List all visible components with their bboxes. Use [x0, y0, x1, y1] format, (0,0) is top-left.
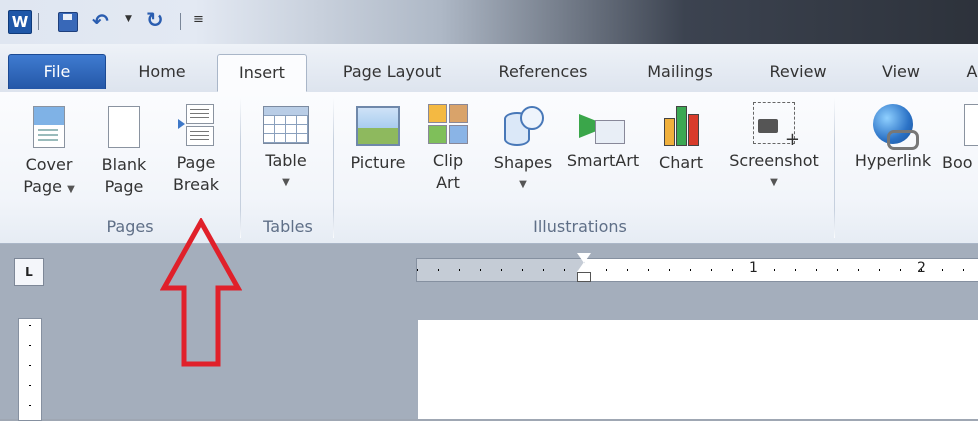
ruler-ticks	[417, 269, 978, 271]
page-break-button[interactable]: Page Break	[166, 104, 226, 196]
smartart-button[interactable]: SmartArt	[562, 108, 644, 172]
tab-home[interactable]: Home	[120, 54, 204, 88]
shapes-button[interactable]: Shapes ▼	[488, 104, 558, 196]
smartart-icon	[579, 108, 627, 144]
vertical-ruler[interactable]	[18, 318, 42, 421]
chevron-down-icon: ▼	[770, 177, 778, 188]
undo-dropdown-icon[interactable]: ▼	[125, 14, 132, 24]
indent-marker[interactable]	[577, 253, 591, 282]
blank-page-label-line1: Blank	[101, 155, 147, 174]
blank-page-label-line2: Page	[104, 177, 144, 196]
hyperlink-globe-icon	[873, 104, 919, 150]
blank-page-icon	[108, 106, 140, 148]
clip-art-icon	[428, 104, 468, 144]
smartart-label: SmartArt	[566, 151, 640, 170]
tab-insert[interactable]: Insert	[217, 54, 307, 92]
bookmark-label: Boo	[942, 153, 973, 172]
picture-icon	[356, 106, 400, 146]
cover-page-label-line2: Page	[23, 177, 62, 196]
page-break-icon	[178, 104, 214, 146]
cover-page-label-line1: Cover	[25, 155, 73, 174]
horizontal-ruler[interactable]: 1 2	[416, 253, 978, 282]
picture-button[interactable]: Picture	[342, 106, 414, 174]
redo-icon[interactable]: ↻	[146, 8, 164, 32]
clip-art-label-line2: Art	[436, 173, 460, 192]
chevron-down-icon: ▼	[67, 184, 75, 195]
group-divider	[333, 98, 334, 238]
tab-references[interactable]: References	[480, 54, 606, 88]
word-app-icon[interactable]: W	[8, 10, 32, 34]
page-break-label-line2: Break	[172, 175, 220, 194]
chart-button[interactable]: Chart	[652, 104, 710, 174]
blank-page-button[interactable]: Blank Page	[94, 106, 154, 198]
table-button[interactable]: Table ▼	[256, 106, 316, 194]
table-icon	[263, 106, 309, 144]
screenshot-button[interactable]: Screenshot ▼	[720, 102, 828, 194]
chart-icon	[661, 104, 701, 146]
clip-art-button[interactable]: Clip Art	[420, 104, 476, 194]
cover-page-icon	[33, 106, 65, 148]
screenshot-icon	[753, 102, 800, 151]
document-page[interactable]	[418, 320, 978, 419]
bookmark-icon	[964, 104, 978, 146]
toolbar-separator	[180, 13, 181, 30]
ruler-number-1: 1	[749, 260, 758, 276]
tab-review[interactable]: Review	[752, 54, 844, 88]
table-label: Table	[265, 151, 307, 170]
tab-stop-selector-button[interactable]: L	[14, 258, 44, 286]
screenshot-label: Screenshot	[729, 151, 819, 170]
hyperlink-label: Hyperlink	[854, 151, 932, 170]
annotation-arrow-icon	[160, 218, 242, 367]
shapes-icon	[502, 104, 544, 146]
group-divider	[240, 98, 241, 238]
toolbar-separator	[38, 13, 39, 30]
bookmark-button[interactable]: Boo	[942, 104, 978, 174]
tab-add-ins[interactable]: A	[962, 54, 978, 88]
clip-art-label-line1: Clip	[432, 151, 464, 170]
chevron-down-icon: ▼	[282, 177, 290, 188]
tab-page-layout[interactable]: Page Layout	[322, 54, 462, 88]
tab-file[interactable]: File	[8, 54, 106, 89]
hyperlink-button[interactable]: Hyperlink	[846, 104, 940, 172]
group-label-tables: Tables	[263, 217, 313, 236]
quick-access-toolbar: W ↶ ▼ ↻ ≡	[0, 0, 978, 44]
undo-icon[interactable]: ↶	[92, 9, 109, 33]
cover-page-button[interactable]: Cover Page ▼	[18, 106, 80, 201]
page-break-label-line1: Page	[176, 153, 216, 172]
picture-label: Picture	[350, 153, 406, 172]
group-divider	[834, 98, 835, 238]
group-label-illustrations: Illustrations	[533, 217, 627, 236]
tab-mailings[interactable]: Mailings	[626, 54, 734, 88]
save-icon[interactable]	[58, 12, 78, 32]
chart-label: Chart	[659, 153, 703, 172]
ribbon-tab-row: File Home Insert Page Layout References …	[0, 44, 978, 93]
chevron-down-icon: ▼	[519, 179, 527, 190]
customize-toolbar-icon[interactable]: ≡	[193, 12, 204, 27]
tab-view[interactable]: View	[862, 54, 940, 88]
shapes-label: Shapes	[493, 153, 553, 172]
ribbon-insert-panel: Cover Page ▼ Blank Page Page Break Pages…	[0, 92, 978, 244]
ruler-number-2: 2	[917, 260, 926, 276]
